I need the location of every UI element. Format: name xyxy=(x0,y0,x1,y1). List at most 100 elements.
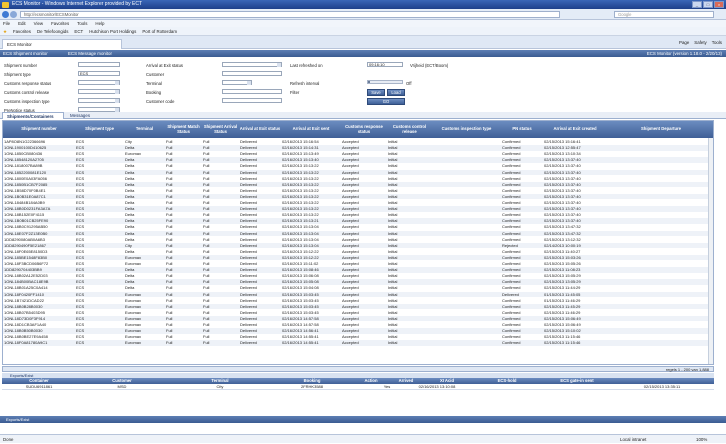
column-header[interactable]: Customs control release xyxy=(387,121,432,138)
refresh-interval-slider[interactable] xyxy=(367,80,403,84)
tab-message-monitor[interactable]: ECS Message monitor xyxy=(68,50,112,57)
customer-code-input[interactable] xyxy=(222,98,282,103)
tab-shipments-containers[interactable]: Shipments/Containers xyxy=(2,112,64,119)
table-row[interactable]: 1ONL184B00BAC18E9B ECS Delta Full Full Delive… xyxy=(3,279,713,285)
customs-inspection-type-select[interactable] xyxy=(78,98,120,103)
table-row[interactable]: 1ONL1B7421DCAD22 ECS Euromax Full Full Delive… xyxy=(3,298,713,304)
table-row[interactable]: 1ONL1850CB080436 ECS Euromax Full Full Delive… xyxy=(3,151,713,157)
forward-icon[interactable] xyxy=(10,11,17,18)
tools-menu[interactable]: Tools xyxy=(712,39,722,47)
table-row[interactable]: 1ONL18B07B5403D95 ECS Euromax Full Full Deliv… xyxy=(3,310,713,316)
table-row[interactable]: 1ONL18F3BCD06B6F72 ECS Euromax Full Full Deli… xyxy=(3,261,713,267)
table-row[interactable]: 1ONL18B0B28B0030 ECS Euromax Full Full Delive… xyxy=(3,303,713,310)
favorite-link[interactable]: Hutchison Port Holdings xyxy=(89,27,136,35)
column-header[interactable]: Arrival at Exit created xyxy=(543,121,607,138)
favorite-link[interactable]: Port of Rotterdam xyxy=(142,27,177,35)
load-button[interactable]: Load xyxy=(387,89,405,96)
table-row[interactable]: 1ONL1B0B31E0A87C1 ECS Delta Full Full Deliver… xyxy=(3,193,713,200)
page-menu[interactable]: Page xyxy=(679,39,689,47)
table-row[interactable]: 1ONL18F0420FF1410 ECS Euromax Full Full Deliv… xyxy=(3,291,713,297)
safety-menu[interactable]: Safety xyxy=(694,39,706,47)
table-row[interactable]: 1ONL18B152E0F4115 ECS Delta Full Full Deliver… xyxy=(3,212,713,218)
menu-tools[interactable]: Tools xyxy=(77,20,87,27)
table-row[interactable]: 1ONL1800E0A03FA056 ECS Delta Full Full Delive… xyxy=(3,176,713,182)
table-row[interactable]: 1ONL18B01A25C0A414 ECS Delta Full Full Delive… xyxy=(3,285,713,291)
table-row[interactable]: 1ONL18E07F2Z13E0B0 ECS Delta Full Full Delive… xyxy=(3,230,713,236)
column-header[interactable]: Shipment number xyxy=(3,121,75,138)
table-row[interactable]: 1DD8290490F5E21867 ECS City Full Full Deliver… xyxy=(3,242,713,249)
table-cell: ECS xyxy=(76,206,85,212)
shipment-number-input[interactable] xyxy=(78,62,120,67)
column-header[interactable]: Customs inspection type xyxy=(432,121,501,138)
column-header[interactable]: PN status xyxy=(501,121,543,138)
maximize-button[interactable]: □ xyxy=(703,1,713,8)
slider-thumb[interactable] xyxy=(368,81,370,83)
table-cell: Full xyxy=(166,291,173,297)
tab-shipment-monitor[interactable]: ECS Shipment monitor xyxy=(3,50,48,57)
column-header[interactable]: Shipment Match Status xyxy=(165,121,202,138)
table-row[interactable]: 1ONL18B0B50B0030 ECS Euromax Full Full Delive… xyxy=(3,328,713,334)
tab-messages[interactable]: Messages xyxy=(66,112,94,119)
menu-favorites[interactable]: Favorites xyxy=(51,20,69,27)
column-header[interactable]: Shipment Arrival Status xyxy=(202,121,239,138)
table-row[interactable]: 1ONL18B0D0231FA3A7A ECS Delta Full Full Deliv… xyxy=(3,206,713,212)
detail-row[interactable]: SUDU6911861 MSD City 2FRHK3588 Yes 02/16/2013… xyxy=(2,384,714,390)
table-row[interactable]: 1ONL18F0E65E8150D3 ECS Delta Full Full Delive… xyxy=(3,249,713,255)
column-header[interactable]: Shipment type xyxy=(75,121,124,138)
shipment-type-input[interactable]: ECS xyxy=(78,71,120,76)
go-button[interactable]: GO xyxy=(367,98,405,105)
booking-input[interactable] xyxy=(222,89,282,94)
table-cell: Full xyxy=(166,261,173,266)
table-cell: 02/15/2013 13:10:34 xyxy=(544,151,581,157)
customs-control-release-select[interactable] xyxy=(78,89,120,94)
url-input[interactable]: http://ecsmonitor/ECSMonitor xyxy=(20,11,560,18)
customer-input[interactable] xyxy=(222,71,282,76)
table-row[interactable]: 1DD8290704403BB9 ECS Delta Full Full Delivere… xyxy=(3,267,713,273)
table-cell: 1ONL18F0420FF1410 xyxy=(4,291,45,297)
favorite-link[interactable]: ECT xyxy=(74,27,83,35)
table-row[interactable]: 1ONL1852200081E120 ECS Delta Full Full Delive… xyxy=(3,169,713,175)
table-cell: Delta xyxy=(125,157,135,163)
table-row[interactable]: 1ONL18B02A12E52D03 ECS Delta Full Full Delive… xyxy=(3,273,713,279)
bottom-panel-bar[interactable]: Exports/Exist xyxy=(0,416,726,423)
back-icon[interactable] xyxy=(2,11,9,18)
table-row[interactable]: 1ONL18D1CB3AF1A40 ECS Euromax Full Full Deliv… xyxy=(3,322,713,328)
table-row[interactable]: 1ONL1B58D70F0B4E1 ECS Delta Full Full Deliver… xyxy=(3,188,713,194)
grid-scrollbar[interactable] xyxy=(708,138,713,364)
column-header[interactable]: Arrival at Exit status xyxy=(239,121,281,138)
menu-view[interactable]: View xyxy=(34,20,43,27)
table-row[interactable]: 1ONL1818007BA89B ECS Delta Full Full Delivere… xyxy=(3,163,713,169)
table-row[interactable]: 1ONL18548120A2705 ECS Delta Full Full Deliver… xyxy=(3,157,713,163)
menu-edit[interactable]: Edit xyxy=(18,20,26,27)
browser-tab[interactable]: ECS Monitor xyxy=(2,39,122,49)
column-header[interactable]: Terminal xyxy=(124,121,165,138)
table-row[interactable]: 1DD8290080AB0A6B3 ECS Delta Full Full Deliver… xyxy=(3,237,713,243)
menu-file[interactable]: File xyxy=(3,20,10,27)
favorites-button[interactable]: Favorites xyxy=(13,27,31,35)
column-header[interactable]: Shipment Departure xyxy=(607,121,713,138)
table-row[interactable]: 1ONL18F0A81780A9C1 ECS Euromax Full Full Deli… xyxy=(3,340,713,346)
table-row[interactable]: 1ONL185BE1548F83B0 ECS Euromax Full Full Deli… xyxy=(3,254,713,261)
table-row[interactable]: 1ONL18D73D0F3F914 ECS Euromax Full Full Deliv… xyxy=(3,315,713,322)
close-button[interactable]: × xyxy=(714,1,724,8)
column-header[interactable]: Customs response status xyxy=(341,121,387,138)
table-row[interactable]: 1ONL18B0C91295AB50 ECS Delta Full Full Delive… xyxy=(3,224,713,230)
minimize-button[interactable]: _ xyxy=(692,1,702,8)
table-cell: Accepted xyxy=(342,322,359,327)
table-row[interactable]: 1ONL1900100D410625 ECS Delta Full Full Delive… xyxy=(3,145,713,151)
table-cell: Confirmed xyxy=(502,267,521,273)
table-row[interactable]: 1ONL1850B1CB7F2085 ECS Delta Full Full Delive… xyxy=(3,181,713,188)
customs-response-status-select[interactable] xyxy=(78,80,120,85)
search-input[interactable]: Google xyxy=(614,11,714,18)
terminal-select[interactable] xyxy=(222,80,252,85)
table-row[interactable]: 1ONL18B0BE27E9A458 ECS Euromax Full Full Deli… xyxy=(3,334,713,340)
table-cell: Accepted xyxy=(342,193,359,199)
table-row[interactable]: 1AP8O8N1G22366696 ECS City Full Full Delivere… xyxy=(3,139,713,145)
arrival-at-exit-status-select[interactable] xyxy=(222,62,282,67)
menu-help[interactable]: Help xyxy=(95,20,104,27)
save-button[interactable]: Save xyxy=(367,89,385,96)
favorite-link[interactable]: De Telefoongids xyxy=(37,27,68,35)
table-row[interactable]: 1ONL18484B184A0B9 ECS Delta Full Full Deliver… xyxy=(3,200,713,206)
column-header[interactable]: Arrival at Exit sent xyxy=(281,121,341,138)
table-row[interactable]: 1ONL1B0B01CB25FE90 ECS Delta Full Full Delive… xyxy=(3,218,713,224)
